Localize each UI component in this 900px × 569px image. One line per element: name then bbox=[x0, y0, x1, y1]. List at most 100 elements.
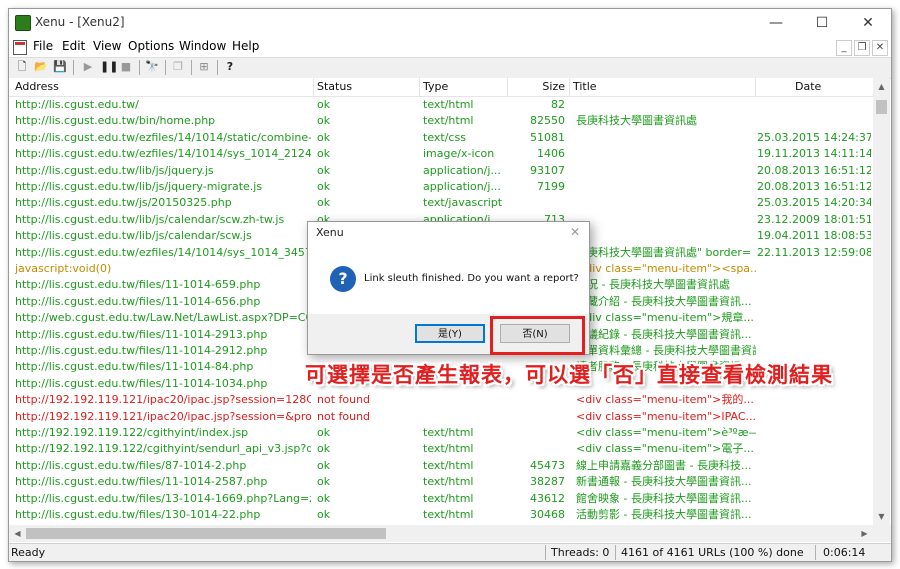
cell-size: 43612 bbox=[530, 491, 565, 505]
mdi-close-button[interactable]: ✕ bbox=[872, 40, 888, 56]
toolbar-separator bbox=[139, 60, 140, 75]
cell-address: http://lis.cgust.edu.tw/lib/js/calendar/… bbox=[15, 229, 252, 243]
cell-address: http://lis.cgust.edu.tw/files/11-1014-29… bbox=[15, 327, 268, 341]
menu-window[interactable]: Window bbox=[179, 39, 226, 53]
cell-size: 93107 bbox=[530, 163, 565, 177]
cell-status: ok bbox=[317, 130, 331, 144]
cell-date: 19.11.2013 14:11:14 bbox=[757, 147, 871, 161]
table-row[interactable]: http://192.192.119.121/ipac20/ipac.jsp?s… bbox=[9, 409, 873, 425]
cell-type: text/css bbox=[423, 130, 466, 144]
col-title[interactable]: Title bbox=[573, 80, 597, 96]
yes-button[interactable]: 是(Y) bbox=[415, 324, 485, 343]
cell-address: http://192.192.119.121/ipac20/ipac.jsp?s… bbox=[15, 409, 311, 423]
cell-status: ok bbox=[317, 442, 331, 456]
document-icon[interactable] bbox=[13, 40, 27, 55]
cell-address: http://lis.cgust.edu.tw/ bbox=[15, 98, 139, 111]
cell-status: not found bbox=[317, 409, 371, 423]
table-row[interactable]: http://lis.cgust.edu.tw/lib/js/jquery-mi… bbox=[9, 179, 873, 195]
cell-title: <div class="menu-item"><spa... bbox=[576, 262, 756, 275]
maximize-button[interactable]: ☐ bbox=[799, 9, 845, 37]
vertical-scroll-thumb[interactable] bbox=[876, 100, 887, 114]
status-bar: Ready Threads: 0 4161 of 4161 URLs (100 … bbox=[9, 543, 891, 561]
col-type[interactable]: Type bbox=[423, 80, 448, 96]
menu-edit[interactable]: Edit bbox=[62, 39, 85, 53]
mdi-restore-button[interactable]: ❐ bbox=[854, 40, 870, 56]
cell-size: 82 bbox=[551, 98, 565, 111]
horizontal-scroll-thumb[interactable] bbox=[26, 528, 386, 539]
table-row[interactable]: http://lis.cgust.edu.tw/ezfiles/14/1014/… bbox=[9, 146, 873, 162]
column-divider[interactable] bbox=[569, 78, 570, 96]
status-ready: Ready bbox=[11, 546, 46, 559]
table-row[interactable]: http://lis.cgust.edu.tw/ezfiles/14/1014/… bbox=[9, 130, 873, 146]
table-row[interactable]: http://lis.cgust.edu.tw/files/11-1014-25… bbox=[9, 474, 873, 490]
cell-address: http://lis.cgust.edu.tw/files/11-1014-84… bbox=[15, 360, 254, 374]
cell-address: http://lis.cgust.edu.tw/files/11-1014-29… bbox=[15, 344, 268, 357]
close-button[interactable]: ✕ bbox=[845, 9, 891, 37]
minimize-button[interactable]: — bbox=[753, 9, 799, 37]
dialog-close-icon[interactable]: ✕ bbox=[570, 225, 580, 239]
scroll-left-arrow-icon[interactable]: ◀ bbox=[9, 525, 26, 542]
menu-bar: File Edit View Options Window Help _ ❐ ✕ bbox=[9, 37, 891, 57]
table-row[interactable]: http://lis.cgust.edu.tw/js/20150325.php o… bbox=[9, 195, 873, 211]
menu-options[interactable]: Options bbox=[128, 39, 174, 53]
horizontal-scrollbar[interactable]: ◀ ▶ bbox=[9, 525, 873, 542]
cell-address: http://lis.cgust.edu.tw/files/130-1014-2… bbox=[15, 508, 261, 521]
cell-address: http://lis.cgust.edu.tw/files/87-1014-2.… bbox=[15, 458, 247, 472]
table-row[interactable]: http://lis.cgust.edu.tw/files/130-1014-2… bbox=[9, 507, 873, 523]
cell-title: <div class="menu-item">IPAC... bbox=[576, 409, 756, 423]
help-icon[interactable]: ? bbox=[223, 60, 237, 74]
cell-size: 51081 bbox=[530, 130, 565, 144]
cell-address: http://lis.cgust.edu.tw/lib/js/jquery.js bbox=[15, 163, 214, 177]
cell-address: http://192.192.119.122/cgithyint/sendurl… bbox=[15, 442, 311, 456]
cell-type: application/j... bbox=[423, 180, 501, 193]
cell-title: 館藏介紹 - 長庚科技大學圖書資訊... bbox=[576, 294, 752, 308]
status-divider bbox=[615, 545, 616, 560]
menu-help[interactable]: Help bbox=[232, 39, 259, 53]
table-row[interactable]: http://192.192.119.121/ipac20/ipac.jsp?s… bbox=[9, 392, 873, 408]
table-row[interactable]: http://192.192.119.122/cgithyint/index.j… bbox=[9, 425, 873, 441]
table-row[interactable]: http://lis.cgust.edu.tw/bin/home.php ok te… bbox=[9, 113, 873, 129]
cell-title: <div class="menu-item">規章... bbox=[576, 311, 754, 325]
cell-address: http://lis.cgust.edu.tw/ezfiles/14/1014/… bbox=[15, 147, 311, 161]
cell-address: http://lis.cgust.edu.tw/js/20150325.php bbox=[15, 196, 232, 210]
status-elapsed: 0:06:14 bbox=[823, 546, 866, 559]
mdi-minimize-button[interactable]: _ bbox=[836, 40, 852, 56]
find-icon[interactable]: 🔭 bbox=[145, 60, 159, 74]
table-row[interactable]: http://lis.cgust.edu.tw/files/87-1014-2.… bbox=[9, 458, 873, 474]
save-icon[interactable]: 💾 bbox=[53, 60, 67, 74]
column-divider[interactable] bbox=[419, 78, 420, 96]
cell-type: text/html bbox=[423, 114, 474, 128]
open-icon[interactable]: 📂 bbox=[34, 60, 48, 74]
menu-view[interactable]: View bbox=[93, 39, 121, 53]
col-status[interactable]: Status bbox=[317, 80, 352, 96]
table-row[interactable]: http://lis.cgust.edu.tw/ok text/html 82 bbox=[9, 97, 873, 113]
status-urls: 4161 of 4161 URLs (100 %) done bbox=[621, 546, 804, 559]
cell-date: 20.08.2013 16:51:12 bbox=[757, 180, 871, 193]
col-date[interactable]: Date bbox=[795, 80, 821, 96]
xenu-app-icon bbox=[15, 15, 31, 31]
scroll-up-arrow-icon[interactable]: ▲ bbox=[873, 78, 890, 95]
play-icon[interactable]: ▶ bbox=[81, 60, 95, 74]
cell-status: not found bbox=[317, 393, 371, 407]
annotation-caption: 可選擇是否產生報表，可以選「否」直接查看檢測結果 bbox=[305, 363, 833, 387]
stop-icon[interactable]: ■ bbox=[119, 60, 133, 74]
table-row[interactable]: http://192.192.119.122/cgithyint/sendurl… bbox=[9, 441, 873, 457]
column-divider[interactable] bbox=[507, 78, 508, 96]
menu-file[interactable]: File bbox=[33, 39, 53, 53]
copy-icon[interactable]: ❐ bbox=[171, 60, 185, 74]
col-address[interactable]: Address bbox=[15, 80, 59, 96]
pause-icon[interactable]: ❚❚ bbox=[100, 60, 118, 74]
column-divider[interactable] bbox=[313, 78, 314, 96]
scroll-down-arrow-icon[interactable]: ▼ bbox=[873, 508, 890, 525]
vertical-scrollbar[interactable]: ▲ ▼ bbox=[873, 78, 890, 525]
table-row[interactable]: http://lis.cgust.edu.tw/lib/js/jquery.js… bbox=[9, 163, 873, 179]
scroll-right-arrow-icon[interactable]: ▶ bbox=[856, 525, 873, 542]
cell-address: http://lis.cgust.edu.tw/files/11-1014-10… bbox=[15, 376, 268, 390]
properties-icon[interactable]: ⊞ bbox=[197, 60, 211, 74]
col-size[interactable]: Size bbox=[511, 80, 565, 96]
table-row[interactable]: http://lis.cgust.edu.tw/files/13-1014-16… bbox=[9, 491, 873, 507]
cell-date: 25.03.2015 14:20:34 bbox=[757, 196, 871, 210]
no-button-highlight bbox=[490, 316, 585, 355]
column-divider[interactable] bbox=[755, 78, 756, 96]
new-icon[interactable]: 🗋 bbox=[15, 60, 29, 74]
